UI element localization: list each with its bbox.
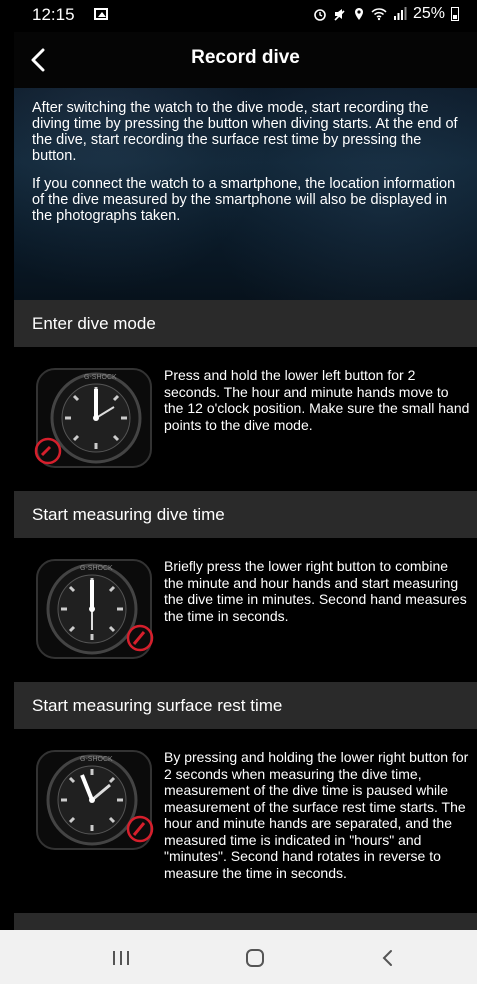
battery-percent: 25% [412,5,445,22]
section-start-dive-time: G-SHOCK Briefly press the lower right bu… [14,538,477,682]
watch-image: G-SHOCK [36,559,154,659]
section-text: By pressing and holding the lower right … [164,749,469,881]
section-title: Enter dive mode [32,314,156,333]
section-title: Start measuring dive time [32,505,225,524]
watch-brand: G-SHOCK [80,756,113,763]
system-nav-bar [0,930,477,984]
section-header-enter-dive-mode: Enter dive mode [14,300,477,347]
status-time: 12:15 [32,5,75,24]
section-surface-rest-time: G-SHOCK By pressing and holding the lowe… [14,729,477,913]
section-enter-dive-mode: G-SHOCK Press and hold the lower left bu… [14,347,477,491]
page-title: Record dive [191,47,300,68]
home-button[interactable] [240,944,270,972]
intro-paragraph-2: If you connect the watch to a smartphone… [32,176,456,224]
status-icons: 25% [313,5,459,23]
watch-image: G-SHOCK [36,750,154,850]
location-icon [354,8,363,20]
recent-apps-button[interactable] [106,944,136,972]
battery-icon [451,7,459,21]
section-header-start-dive-time: Start measuring dive time [14,491,477,538]
section-title: Start measuring surface rest time [32,696,283,715]
section-text: Briefly press the lower right button to … [164,558,467,624]
watch-brand: G-SHOCK [84,374,117,381]
section-text: Press and hold the lower left button for… [164,367,470,433]
wifi-icon [371,8,387,21]
home-icon [246,949,264,967]
app-screen: 12:15 25% Record dive After switching th… [14,0,477,984]
watch-brand: G-SHOCK [80,565,113,572]
intro-banner: After switching the watch to the dive mo… [14,88,477,300]
signal-icon [393,7,407,20]
nav-back-button[interactable] [373,944,403,972]
back-arrow-icon [382,950,392,966]
recent-apps-icon [113,951,129,965]
watch-image: G-SHOCK [34,368,152,468]
section-header-surface-rest-time: Start measuring surface rest time [14,682,477,729]
intro-paragraph-1: After switching the watch to the dive mo… [32,100,458,164]
gallery-icon [94,8,108,20]
mute-icon [334,9,345,21]
status-bar: 12:15 25% [14,0,477,32]
app-bar: Record dive [14,32,477,88]
alarm-icon [314,9,326,21]
section-header-next [14,913,477,930]
